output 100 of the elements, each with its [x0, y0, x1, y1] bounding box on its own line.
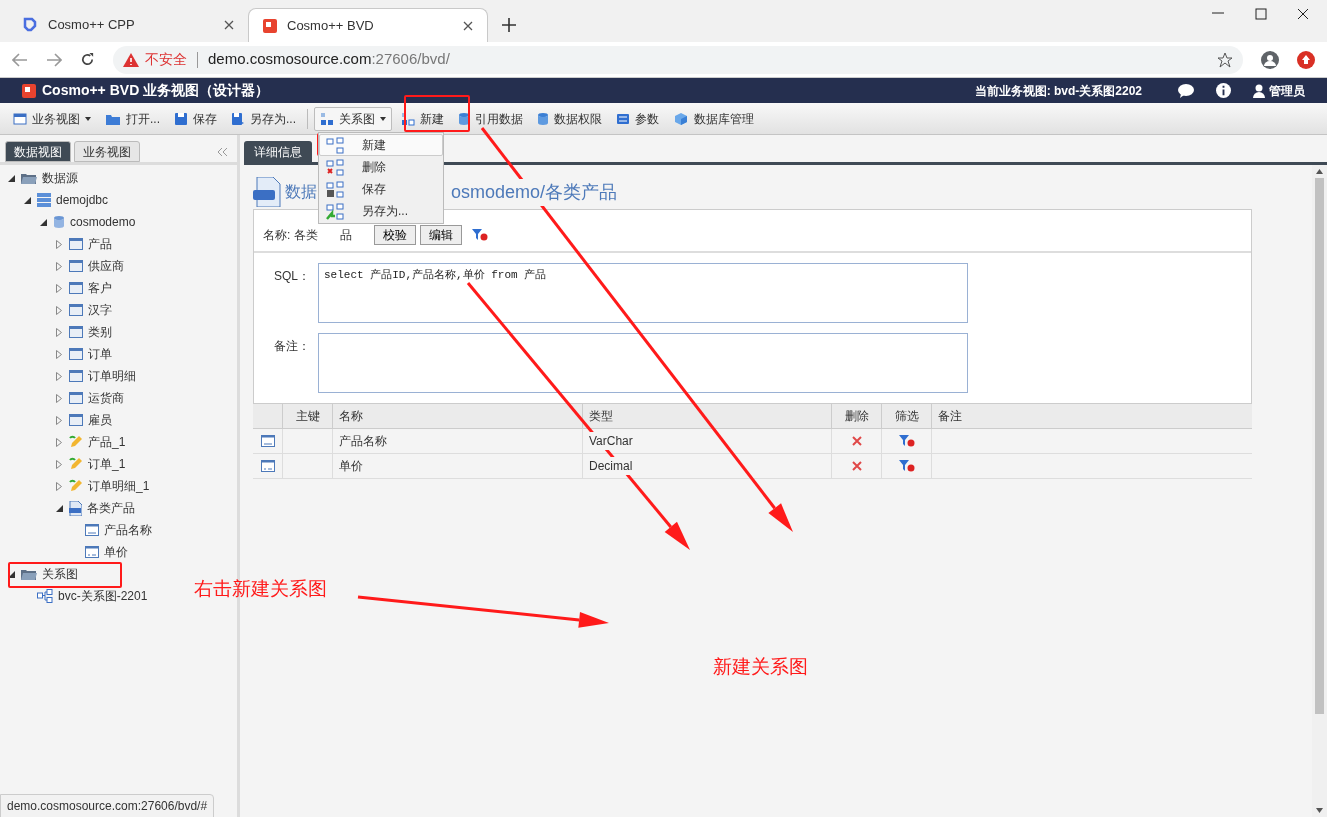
browser-tab[interactable]: Cosmo++ CPP [8, 8, 248, 42]
delete-icon[interactable] [851, 461, 862, 471]
collapse-icon[interactable] [216, 147, 228, 157]
toolbar-button[interactable]: 保存 [169, 106, 222, 131]
menu-item[interactable]: 保存 [319, 178, 443, 200]
user-icon[interactable] [1253, 83, 1265, 98]
tree-item[interactable]: 关系图 [42, 565, 78, 583]
menu-item[interactable]: 新建 [319, 134, 443, 156]
blocks-icon [320, 111, 335, 126]
menu-item[interactable]: 另存为... [319, 200, 443, 222]
url-text: demo.cosmosource.com:27606/bvd/ [208, 49, 450, 70]
toolbar-button[interactable]: 打开... [100, 106, 165, 131]
toolbar-button[interactable]: 数据权限 [532, 106, 608, 131]
scroll-down-icon [1316, 808, 1323, 813]
text-area[interactable]: select 产品ID,产品名称,单价 from 产品 [318, 263, 968, 323]
server-icon [37, 193, 51, 207]
address-field[interactable]: 不安全 demo.cosmosource.com:27606/bvd/ [113, 45, 1243, 74]
tree-item[interactable]: 数据源 [42, 169, 78, 187]
floppy-icon [174, 111, 188, 126]
tree-item[interactable]: 汉字 [88, 301, 112, 319]
form-button[interactable]: 编辑 [419, 224, 462, 245]
table-icon [69, 414, 83, 426]
star-icon[interactable] [1217, 51, 1233, 68]
table-icon [69, 326, 83, 338]
tree-item[interactable]: 产品名称 [104, 521, 152, 539]
account-icon[interactable] [1261, 50, 1279, 69]
number-field-icon [260, 460, 275, 472]
tree-item[interactable]: 订单_1 [88, 455, 126, 473]
column-header: 删除 [832, 404, 882, 428]
tab-title: Cosmo++ CPP [48, 16, 136, 35]
blocks-icon [401, 111, 416, 126]
back-icon[interactable] [12, 52, 28, 67]
tree-item[interactable]: 供应商 [88, 257, 124, 275]
maximize-icon[interactable] [1255, 8, 1267, 20]
cube-icon [673, 111, 690, 126]
tree-item[interactable]: demojdbc [56, 191, 109, 209]
highlight-box [404, 95, 470, 132]
tree-item[interactable]: 产品_1 [88, 433, 126, 451]
filter-remove-icon[interactable] [898, 460, 915, 472]
table-icon [69, 282, 83, 294]
filter-remove-icon[interactable] [898, 435, 915, 447]
tree-item[interactable]: 单价 [104, 543, 128, 561]
toolbar-button[interactable]: 新建 [396, 106, 450, 131]
column-header: 类型 [583, 404, 832, 428]
filter-remove-icon[interactable] [471, 228, 488, 241]
tree-item[interactable]: 雇员 [88, 411, 112, 429]
toolbar-button[interactable]: 数据库管理 [668, 106, 760, 131]
reload-icon[interactable] [80, 52, 95, 67]
tree-item[interactable]: bvc-关系图-2201 [58, 587, 148, 605]
pencil-icon [69, 457, 83, 471]
tree-item[interactable]: 运货商 [88, 389, 124, 407]
close-icon [463, 20, 473, 31]
diagram-export-icon [326, 202, 344, 220]
page-title: osmodemo/各类产品 [451, 178, 618, 206]
database-icon [537, 111, 550, 126]
close-icon[interactable] [1297, 8, 1309, 20]
field-label: 备注： [273, 338, 311, 355]
app-title: Cosmo++ BVD 业务视图（设计器） [42, 81, 270, 100]
table-icon [69, 348, 83, 360]
warning-icon [123, 52, 139, 67]
sql-file-icon [253, 177, 281, 207]
forward-icon[interactable] [46, 52, 62, 67]
browser-tab[interactable]: Cosmo++ BVD [248, 8, 488, 42]
table-cell: 产品名称 [333, 429, 583, 453]
sliders-icon [616, 112, 631, 125]
tree-item[interactable]: 各类产品 [87, 499, 135, 517]
menu-item[interactable]: 删除 [319, 156, 443, 178]
sidebar-tab[interactable]: 数据视图 [5, 141, 71, 162]
scrollbar[interactable] [1312, 165, 1327, 817]
toolbar-button[interactable]: 业务视图 [8, 106, 96, 131]
toolbar-button[interactable]: 参数 [611, 106, 665, 131]
toolbar-button[interactable]: 另存为... [226, 106, 302, 131]
text-field-icon [85, 524, 99, 536]
new-tab-icon[interactable] [502, 18, 516, 32]
update-icon[interactable] [1297, 50, 1315, 69]
sidebar-tab[interactable]: 业务视图 [74, 141, 140, 162]
form-button[interactable]: 校验 [373, 224, 416, 245]
info-icon[interactable] [1216, 83, 1231, 98]
tree-item[interactable]: 产品 [88, 235, 112, 253]
tree-item[interactable]: 订单 [88, 345, 112, 363]
tab-title: Cosmo++ BVD [287, 16, 375, 35]
toolbar-button[interactable]: 关系图 [314, 106, 393, 131]
chat-icon[interactable] [1178, 83, 1194, 98]
tree-item[interactable]: 类别 [88, 323, 112, 341]
tab-logo-icon [22, 17, 38, 33]
detail-tab[interactable]: 详细信息 [244, 141, 312, 162]
tree-item[interactable]: 订单明细_1 [88, 477, 150, 495]
table-icon [69, 392, 83, 404]
toolbar-button[interactable]: 引用数据 [453, 106, 529, 131]
tree-item[interactable]: cosmodemo [70, 213, 136, 231]
app-logo-icon [22, 83, 36, 98]
close-icon [224, 20, 234, 30]
table-cell: Decimal [589, 457, 633, 475]
database-icon [53, 215, 65, 229]
annotation-text: 新建关系图 [713, 655, 808, 679]
floppy-icon [231, 111, 245, 126]
tree-item[interactable]: 客户 [88, 279, 112, 297]
delete-icon[interactable] [851, 436, 862, 446]
tree-item[interactable]: 订单明细 [88, 367, 136, 385]
user-name[interactable]: 管理员 [1269, 81, 1305, 100]
